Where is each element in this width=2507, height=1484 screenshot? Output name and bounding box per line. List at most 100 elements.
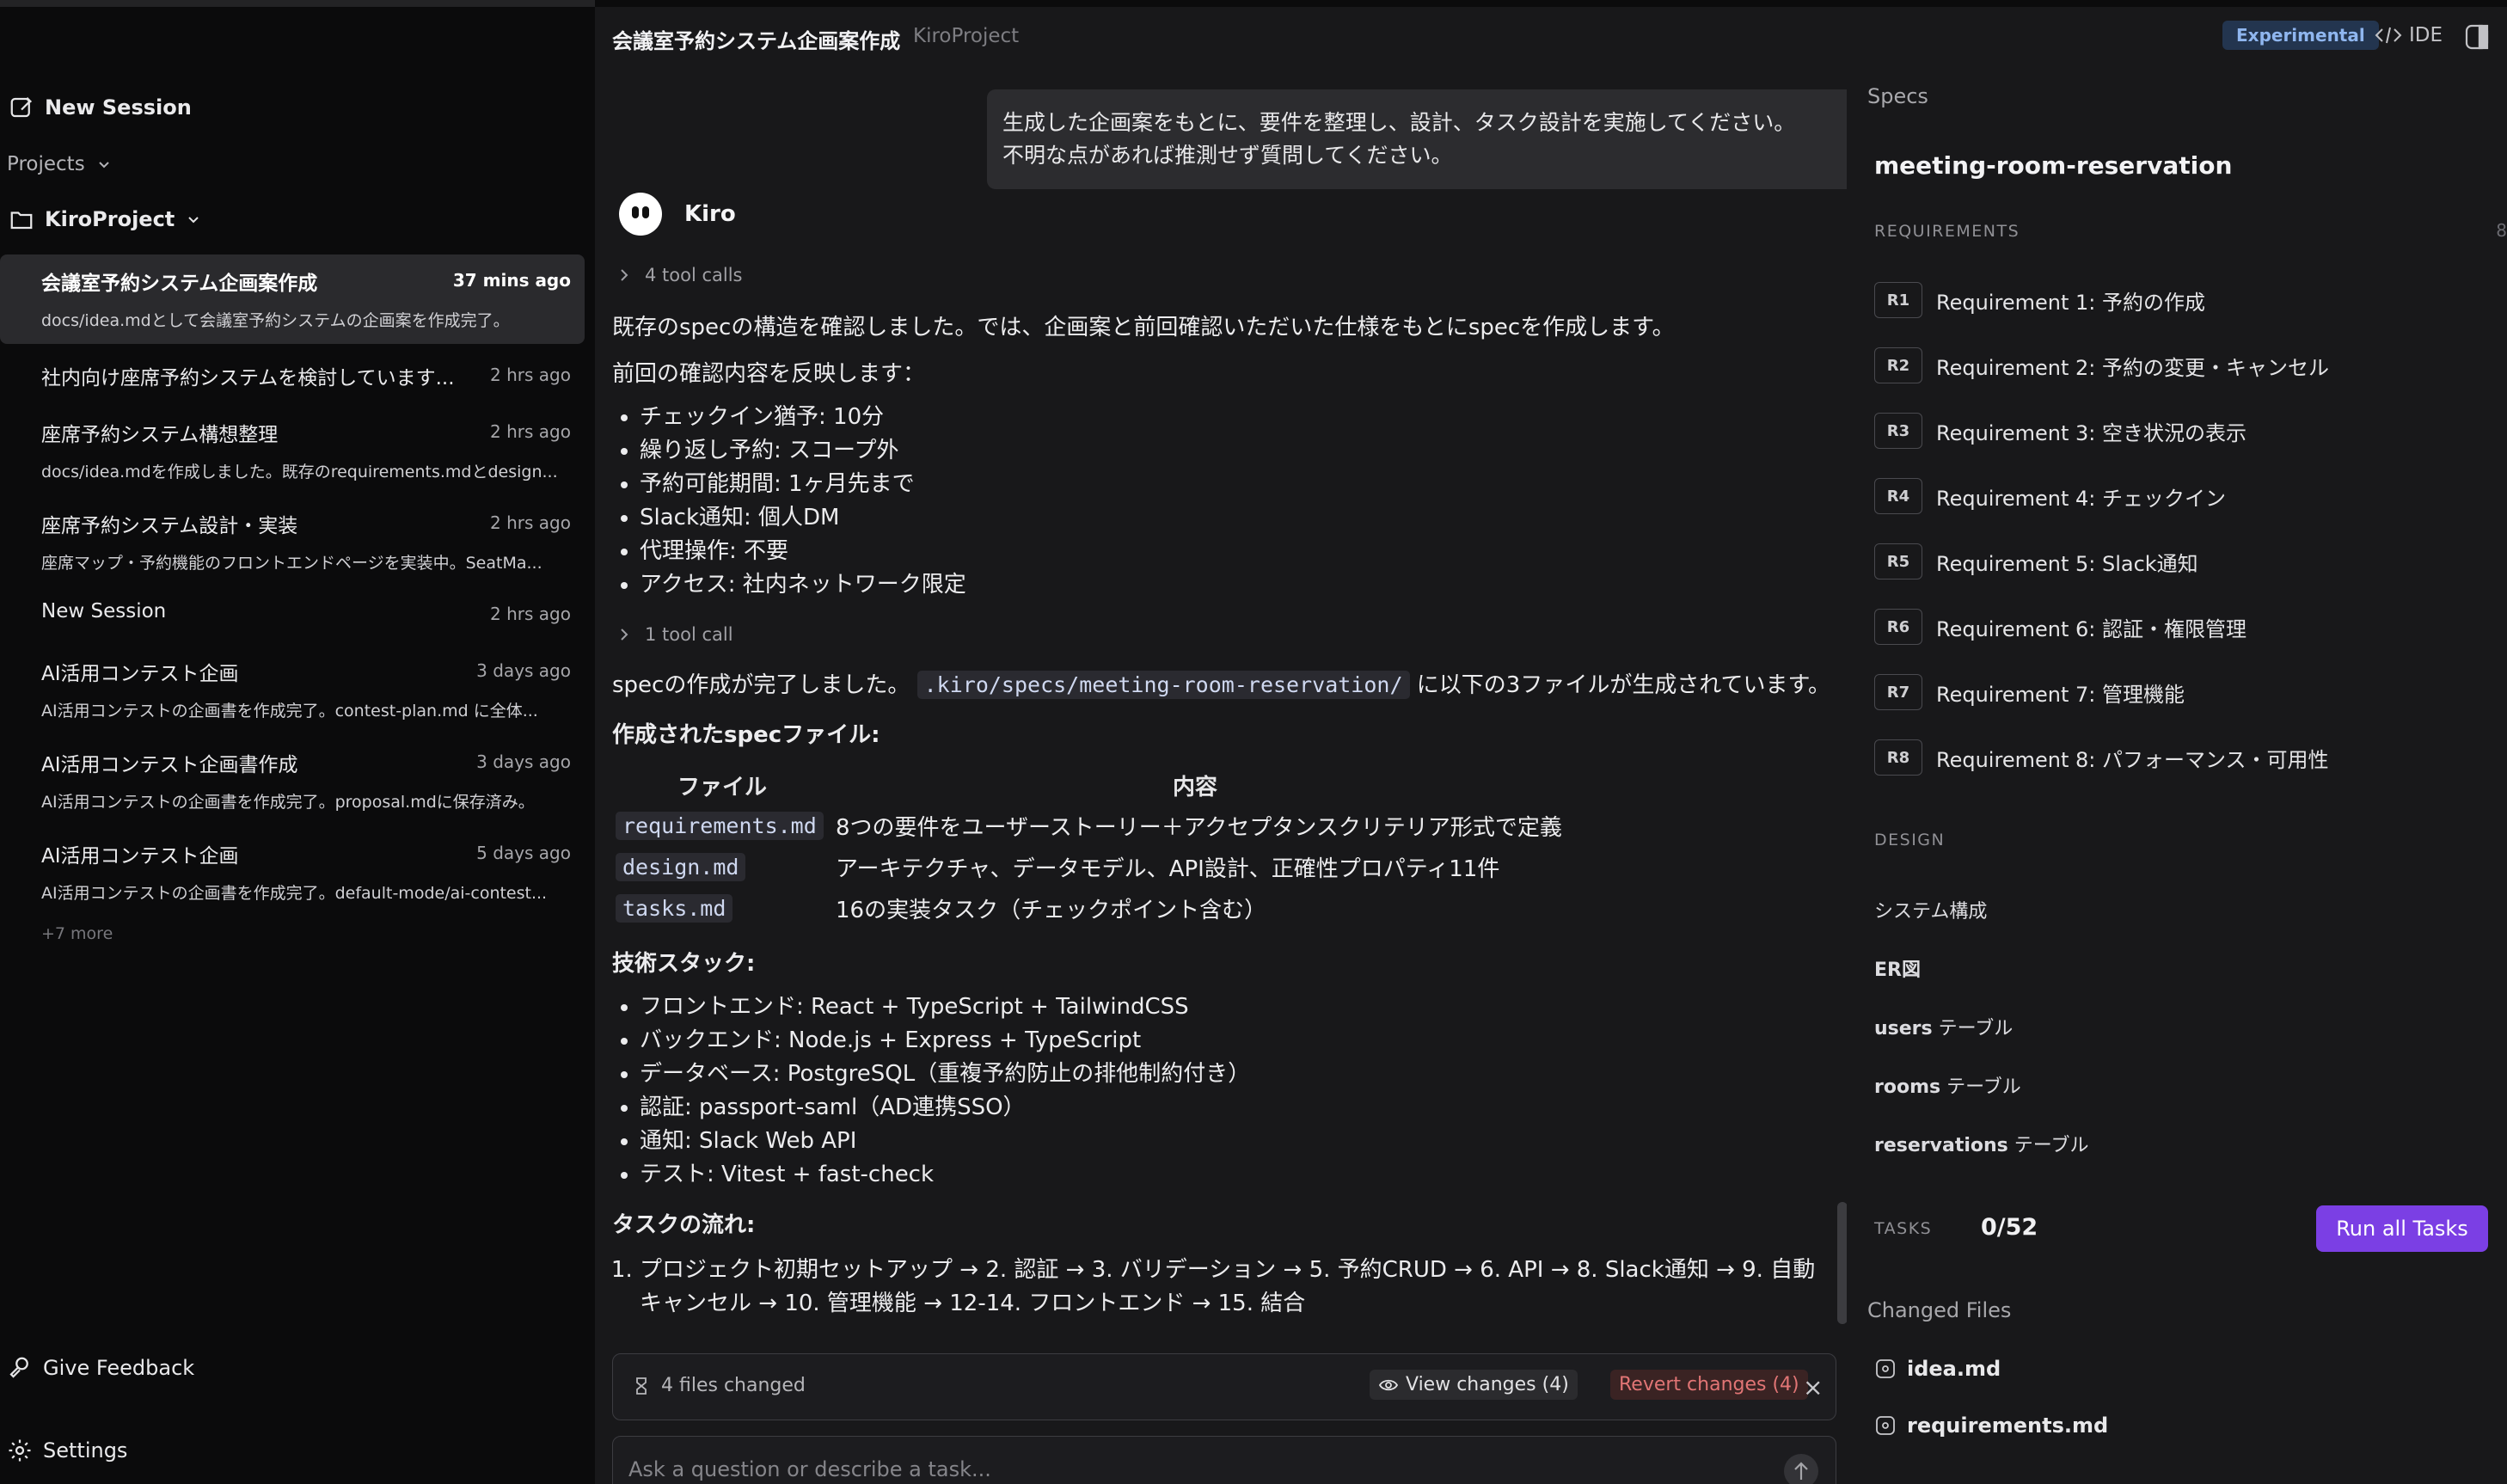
design-item[interactable]: reservations テーブル (1874, 1130, 2088, 1157)
close-icon[interactable]: × (1803, 1373, 1823, 1401)
confirm-list: チェックイン猶予: 10分 繰り返し予約: スコープ外 予約可能期間: 1ヶ月先… (612, 401, 966, 602)
files-heading: 作成されたspecファイル: (612, 722, 880, 748)
give-feedback-label: Give Feedback (43, 1356, 195, 1380)
experimental-badge: Experimental (2222, 21, 2379, 50)
requirement-label: Requirement 8: パフォーマンス・可用性 (1936, 747, 2329, 772)
design-item-bold: rooms (1874, 1076, 1941, 1098)
requirement-tag: R5 (1874, 543, 1922, 579)
new-session-label: New Session (45, 95, 192, 120)
send-button[interactable] (1784, 1454, 1818, 1484)
list-item: バックエンド: Node.js + Express + TypeScript (640, 1024, 1250, 1058)
requirement-label: Requirement 1: 予約の作成 (1936, 290, 2205, 315)
session-title-header: 会議室予約システム企画案作成 (612, 29, 901, 53)
more-sessions-link[interactable]: +7 more (41, 924, 113, 943)
settings-label: Settings (43, 1438, 128, 1463)
requirement-item[interactable]: R1 Requirement 1: 予約の作成 (1874, 282, 2205, 318)
user-message-line: 生成した企画案をもとに、要件を整理し、設計、タスク設計を実施してください。 (1002, 110, 1796, 135)
session-subtitle: AI活用コンテストの企画書を作成完了。contest-plan.md に全体..… (41, 702, 538, 721)
requirement-tag: R7 (1874, 674, 1922, 710)
panel-toggle-button[interactable] (2462, 22, 2492, 52)
session-item[interactable]: 座席予約システム設計・実装 2 hrs ago 座席マップ・予約機能のフロントエ… (0, 497, 585, 586)
design-item-bold: reservations (1874, 1135, 2008, 1156)
requirements-count: 8 (2496, 220, 2507, 241)
stack-heading: 技術スタック: (612, 951, 756, 977)
requirement-item[interactable]: R5 Requirement 5: Slack通知 (1874, 543, 2198, 579)
session-item[interactable]: 座席予約システム構想整理 2 hrs ago docs/idea.mdを作成しま… (0, 406, 585, 495)
session-subtitle: AI活用コンテストの企画書を作成完了。default-mode/ai-conte… (41, 884, 548, 903)
requirement-label: Requirement 2: 予約の変更・キャンセル (1936, 355, 2329, 380)
table-header-content: 内容 (1173, 775, 1218, 800)
session-item[interactable]: AI活用コンテスト企画 3 days ago AI活用コンテストの企画書を作成完… (0, 645, 585, 734)
session-title: AI活用コンテスト企画 (41, 663, 239, 685)
kiro-avatar (619, 193, 662, 236)
view-changes-button[interactable]: View changes (4) (1370, 1370, 1578, 1400)
session-item[interactable]: 社内向け座席予約システムを検討しています... 2 hrs ago (0, 349, 585, 401)
changed-file-item[interactable]: requirements.md (1874, 1413, 2108, 1438)
chevron-right-icon (617, 268, 631, 282)
files-changed-bar: 4 files changed View changes (4) Revert … (612, 1353, 1836, 1420)
file-name-code: design.md (616, 852, 746, 881)
ide-button[interactable]: IDE (2375, 24, 2443, 46)
new-session-button[interactable]: New Session (9, 95, 192, 120)
requirement-tag: R2 (1874, 347, 1922, 383)
design-item-text: テーブル (1940, 1076, 2021, 1098)
session-time: 2 hrs ago (490, 421, 571, 442)
chat-input[interactable]: Ask a question or describe a task... (612, 1436, 1836, 1484)
session-time: 2 hrs ago (490, 512, 571, 533)
assistant-name: Kiro (684, 201, 736, 227)
requirement-item[interactable]: R4 Requirement 4: チェックイン (1874, 478, 2226, 514)
requirement-item[interactable]: R3 Requirement 3: 空き状況の表示 (1874, 413, 2246, 449)
tool-calls-toggle[interactable]: 4 tool calls (617, 265, 743, 285)
session-subtitle: AI活用コンテストの企画書を作成完了。proposal.mdに保存済み。 (41, 793, 535, 812)
spec-name[interactable]: meeting-room-reservation (1874, 151, 2232, 180)
requirement-item[interactable]: R7 Requirement 7: 管理機能 (1874, 674, 2185, 710)
changed-file-item[interactable]: idea.md (1874, 1357, 2001, 1381)
requirement-item[interactable]: R2 Requirement 2: 予約の変更・キャンセル (1874, 347, 2329, 383)
session-subtitle: docs/idea.mdを作成しました。既存のrequirements.mdとd… (41, 463, 558, 481)
chat-scrollbar[interactable] (1837, 1202, 1847, 1324)
list-item: チェックイン猶予: 10分 (640, 401, 966, 434)
projects-dropdown[interactable]: Projects (7, 153, 113, 175)
requirement-tag: R4 (1874, 478, 1922, 514)
chevron-down-icon (95, 156, 113, 173)
session-item[interactable]: AI活用コンテスト企画 5 days ago AI活用コンテストの企画書を作成完… (0, 827, 585, 917)
design-item[interactable]: システム構成 (1874, 896, 1987, 923)
chevron-right-icon (617, 628, 631, 641)
settings-button[interactable]: Settings (7, 1438, 127, 1463)
session-title: AI活用コンテスト企画書作成 (41, 754, 298, 776)
revert-changes-button[interactable]: Revert changes (4) (1610, 1370, 1808, 1400)
design-item[interactable]: ER図 (1874, 954, 1921, 982)
session-item[interactable]: AI活用コンテスト企画書作成 3 days ago AI活用コンテストの企画書を… (0, 736, 585, 825)
project-selector[interactable]: KiroProject (9, 206, 202, 232)
session-time: 3 days ago (476, 751, 571, 772)
design-item[interactable]: rooms テーブル (1874, 1071, 2021, 1099)
requirement-tag: R8 (1874, 739, 1922, 776)
session-title: New Session (41, 600, 167, 622)
project-name-header: KiroProject (913, 25, 1020, 47)
run-all-tasks-button[interactable]: Run all Tasks (2316, 1205, 2488, 1252)
list-item: テスト: Vitest + fast-check (640, 1158, 1250, 1192)
file-icon (1874, 1414, 1897, 1437)
session-time: 37 mins ago (452, 270, 571, 291)
chat-input-placeholder: Ask a question or describe a task... (628, 1457, 991, 1481)
design-heading: DESIGN (1874, 831, 1946, 849)
changed-file-name: idea.md (1907, 1357, 2001, 1381)
design-item-text: テーブル (1932, 1018, 2014, 1039)
requirement-label: Requirement 3: 空き状況の表示 (1936, 420, 2246, 445)
session-item-active[interactable]: 会議室予約システム企画案作成 37 mins ago docs/idea.mdと… (0, 254, 585, 344)
requirement-label: Requirement 4: チェックイン (1936, 486, 2226, 511)
file-description: 8つの要件をユーザーストーリー＋アクセプタンスクリテリア形式で定義 (836, 814, 1562, 841)
give-feedback-button[interactable]: Give Feedback (7, 1355, 194, 1381)
design-item[interactable]: users テーブル (1874, 1013, 2013, 1040)
session-time: 5 days ago (476, 843, 571, 863)
user-message: 生成した企画案をもとに、要件を整理し、設計、タスク設計を実施してください。 不明… (987, 89, 1847, 189)
requirement-item[interactable]: R6 Requirement 6: 認証・権限管理 (1874, 609, 2246, 645)
requirement-item[interactable]: R8 Requirement 8: パフォーマンス・可用性 (1874, 739, 2328, 776)
user-message-line: 不明な点があれば推測せず質問してください。 (1002, 143, 1453, 168)
tool-calls-label: 4 tool calls (645, 265, 743, 285)
design-item-bold: users (1874, 1018, 1933, 1039)
session-item[interactable]: New Session 2 hrs ago (0, 588, 585, 640)
chevron-down-icon (185, 211, 202, 228)
tool-calls-toggle[interactable]: 1 tool call (617, 624, 733, 645)
tool-calls-label: 1 tool call (645, 624, 733, 645)
